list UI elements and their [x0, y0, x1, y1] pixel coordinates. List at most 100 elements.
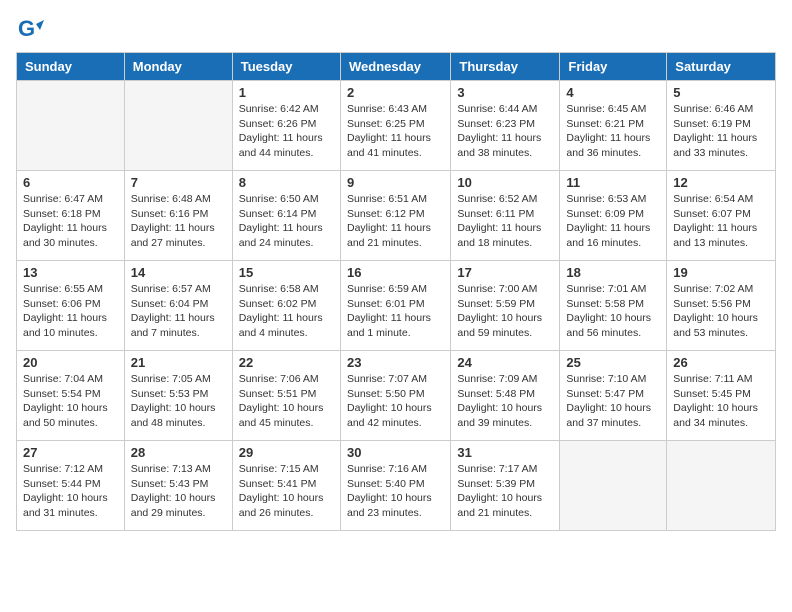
calendar-cell: 6 Sunrise: 6:47 AMSunset: 6:18 PMDaylight… — [17, 171, 125, 261]
day-number: 9 — [347, 175, 444, 190]
page-header: G — [16, 16, 776, 44]
day-info: Sunrise: 7:16 AMSunset: 5:40 PMDaylight:… — [347, 462, 444, 521]
day-info: Sunrise: 7:07 AMSunset: 5:50 PMDaylight:… — [347, 372, 444, 431]
calendar-cell: 29 Sunrise: 7:15 AMSunset: 5:41 PMDayligh… — [232, 441, 340, 531]
calendar-cell: 19Sunrise: 7:02 AMSunset: 5:56 PMDayligh… — [667, 261, 776, 351]
calendar-week-row: 20 Sunrise: 7:04 AMSunset: 5:54 PMDayligh… — [17, 351, 776, 441]
calendar-cell: 13Sunrise: 6:55 AMSunset: 6:06 PMDayligh… — [17, 261, 125, 351]
day-info: Sunrise: 6:53 AMSunset: 6:09 PMDaylight:… — [566, 192, 660, 251]
day-info: Sunrise: 7:11 AMSunset: 5:45 PMDaylight:… — [673, 372, 769, 431]
day-number: 4 — [566, 85, 660, 100]
day-number: 10 — [457, 175, 553, 190]
day-info: Sunrise: 6:42 AMSunset: 6:26 PMDaylight:… — [239, 102, 334, 161]
day-info: Sunrise: 6:48 AMSunset: 6:16 PMDaylight:… — [131, 192, 226, 251]
day-number: 27 — [23, 445, 118, 460]
calendar-cell — [17, 81, 125, 171]
day-info: Sunrise: 6:50 AMSunset: 6:14 PMDaylight:… — [239, 192, 334, 251]
day-info: Sunrise: 6:57 AMSunset: 6:04 PMDaylight:… — [131, 282, 226, 341]
day-number: 16 — [347, 265, 444, 280]
calendar-cell: 25Sunrise: 7:10 AMSunset: 5:47 PMDayligh… — [560, 351, 667, 441]
day-number: 29 — [239, 445, 334, 460]
day-info: Sunrise: 6:54 AMSunset: 6:07 PMDaylight:… — [673, 192, 769, 251]
logo-icon: G — [16, 16, 44, 44]
day-info: Sunrise: 6:47 AMSunset: 6:18 PMDaylight:… — [23, 192, 118, 251]
day-number: 12 — [673, 175, 769, 190]
day-number: 23 — [347, 355, 444, 370]
calendar-cell: 21 Sunrise: 7:05 AMSunset: 5:53 PMDayligh… — [124, 351, 232, 441]
day-info: Sunrise: 6:45 AMSunset: 6:21 PMDaylight:… — [566, 102, 660, 161]
day-info: Sunrise: 7:17 AMSunset: 5:39 PMDaylight:… — [457, 462, 553, 521]
day-info: Sunrise: 7:04 AMSunset: 5:54 PMDaylight:… — [23, 372, 118, 431]
day-number: 11 — [566, 175, 660, 190]
calendar-cell: 10 Sunrise: 6:52 AMSunset: 6:11 PMDayligh… — [451, 171, 560, 261]
day-number: 30 — [347, 445, 444, 460]
day-number: 28 — [131, 445, 226, 460]
day-number: 20 — [23, 355, 118, 370]
day-number: 31 — [457, 445, 553, 460]
calendar-cell: 8 Sunrise: 6:50 AMSunset: 6:14 PMDaylight… — [232, 171, 340, 261]
day-info: Sunrise: 6:43 AMSunset: 6:25 PMDaylight:… — [347, 102, 444, 161]
calendar-week-row: 6 Sunrise: 6:47 AMSunset: 6:18 PMDaylight… — [17, 171, 776, 261]
calendar-cell: 15 Sunrise: 6:58 AMSunset: 6:02 PMDayligh… — [232, 261, 340, 351]
svg-text:G: G — [18, 16, 35, 41]
day-info: Sunrise: 6:58 AMSunset: 6:02 PMDaylight:… — [239, 282, 334, 341]
day-number: 18 — [566, 265, 660, 280]
day-number: 2 — [347, 85, 444, 100]
weekday-header: Friday — [560, 53, 667, 81]
calendar-cell: 14Sunrise: 6:57 AMSunset: 6:04 PMDayligh… — [124, 261, 232, 351]
day-info: Sunrise: 7:06 AMSunset: 5:51 PMDaylight:… — [239, 372, 334, 431]
day-number: 1 — [239, 85, 334, 100]
day-info: Sunrise: 6:59 AMSunset: 6:01 PMDaylight:… — [347, 282, 444, 341]
calendar-cell: 24Sunrise: 7:09 AMSunset: 5:48 PMDayligh… — [451, 351, 560, 441]
calendar-week-row: 13Sunrise: 6:55 AMSunset: 6:06 PMDayligh… — [17, 261, 776, 351]
calendar-cell: 11 Sunrise: 6:53 AMSunset: 6:09 PMDayligh… — [560, 171, 667, 261]
calendar-cell: 18 Sunrise: 7:01 AMSunset: 5:58 PMDayligh… — [560, 261, 667, 351]
weekday-header: Thursday — [451, 53, 560, 81]
calendar-cell: 3Sunrise: 6:44 AMSunset: 6:23 PMDaylight… — [451, 81, 560, 171]
day-number: 21 — [131, 355, 226, 370]
day-number: 26 — [673, 355, 769, 370]
calendar-table: SundayMondayTuesdayWednesdayThursdayFrid… — [16, 52, 776, 531]
day-number: 6 — [23, 175, 118, 190]
calendar-cell: 30 Sunrise: 7:16 AMSunset: 5:40 PMDayligh… — [340, 441, 450, 531]
day-info: Sunrise: 6:46 AMSunset: 6:19 PMDaylight:… — [673, 102, 769, 161]
logo: G — [16, 16, 46, 44]
calendar-cell: 26 Sunrise: 7:11 AMSunset: 5:45 PMDayligh… — [667, 351, 776, 441]
day-info: Sunrise: 6:52 AMSunset: 6:11 PMDaylight:… — [457, 192, 553, 251]
weekday-header: Tuesday — [232, 53, 340, 81]
day-info: Sunrise: 7:05 AMSunset: 5:53 PMDaylight:… — [131, 372, 226, 431]
calendar-cell: 5 Sunrise: 6:46 AMSunset: 6:19 PMDaylight… — [667, 81, 776, 171]
calendar-cell: 2 Sunrise: 6:43 AMSunset: 6:25 PMDaylight… — [340, 81, 450, 171]
day-info: Sunrise: 7:15 AMSunset: 5:41 PMDaylight:… — [239, 462, 334, 521]
calendar-week-row: 27 Sunrise: 7:12 AMSunset: 5:44 PMDayligh… — [17, 441, 776, 531]
day-number: 8 — [239, 175, 334, 190]
calendar-week-row: 1 Sunrise: 6:42 AMSunset: 6:26 PMDaylight… — [17, 81, 776, 171]
calendar-cell: 16 Sunrise: 6:59 AMSunset: 6:01 PMDayligh… — [340, 261, 450, 351]
day-number: 13 — [23, 265, 118, 280]
calendar-cell: 31 Sunrise: 7:17 AMSunset: 5:39 PMDayligh… — [451, 441, 560, 531]
weekday-header: Monday — [124, 53, 232, 81]
calendar-cell: 12 Sunrise: 6:54 AMSunset: 6:07 PMDayligh… — [667, 171, 776, 261]
day-number: 22 — [239, 355, 334, 370]
calendar-cell: 1 Sunrise: 6:42 AMSunset: 6:26 PMDaylight… — [232, 81, 340, 171]
calendar-cell: 17Sunrise: 7:00 AMSunset: 5:59 PMDayligh… — [451, 261, 560, 351]
calendar-cell: 20 Sunrise: 7:04 AMSunset: 5:54 PMDayligh… — [17, 351, 125, 441]
day-info: Sunrise: 7:00 AMSunset: 5:59 PMDaylight:… — [457, 282, 553, 341]
day-number: 7 — [131, 175, 226, 190]
day-number: 5 — [673, 85, 769, 100]
day-info: Sunrise: 7:12 AMSunset: 5:44 PMDaylight:… — [23, 462, 118, 521]
day-info: Sunrise: 7:01 AMSunset: 5:58 PMDaylight:… — [566, 282, 660, 341]
day-info: Sunrise: 6:51 AMSunset: 6:12 PMDaylight:… — [347, 192, 444, 251]
calendar-cell: 9 Sunrise: 6:51 AMSunset: 6:12 PMDaylight… — [340, 171, 450, 261]
calendar-cell: 22 Sunrise: 7:06 AMSunset: 5:51 PMDayligh… — [232, 351, 340, 441]
calendar-cell: 28Sunrise: 7:13 AMSunset: 5:43 PMDayligh… — [124, 441, 232, 531]
calendar-cell: 4 Sunrise: 6:45 AMSunset: 6:21 PMDaylight… — [560, 81, 667, 171]
calendar-cell — [124, 81, 232, 171]
weekday-header: Saturday — [667, 53, 776, 81]
day-number: 3 — [457, 85, 553, 100]
day-info: Sunrise: 7:02 AMSunset: 5:56 PMDaylight:… — [673, 282, 769, 341]
day-number: 15 — [239, 265, 334, 280]
day-info: Sunrise: 7:09 AMSunset: 5:48 PMDaylight:… — [457, 372, 553, 431]
calendar-cell — [560, 441, 667, 531]
day-info: Sunrise: 7:10 AMSunset: 5:47 PMDaylight:… — [566, 372, 660, 431]
